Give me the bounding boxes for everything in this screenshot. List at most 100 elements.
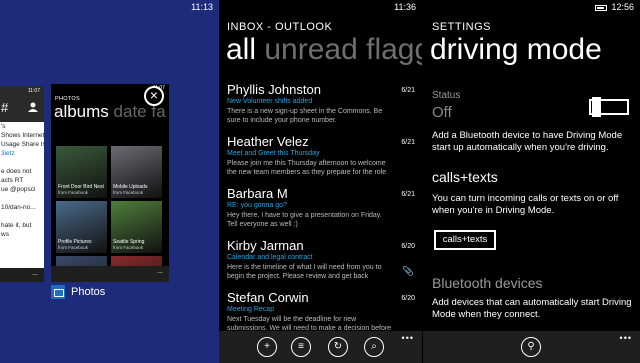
peek-text-line: e does not [1, 168, 32, 175]
pin-icon[interactable]: ⚲ [521, 337, 541, 357]
email-item[interactable]: Heather Velez Meet and Greet this Thursda… [227, 134, 417, 186]
email-date: 6/20 [401, 295, 415, 302]
email-preview: Please join me this Thursday afternoon t… [227, 160, 386, 167]
more-dots-icon[interactable]: ••• [402, 333, 414, 343]
pivot-albums[interactable]: albums [54, 102, 109, 121]
email-preview: begin the project. Please review and get… [227, 273, 369, 280]
peek-text-line: Usage Share Is [1, 141, 44, 148]
album-caption: Profile Pictures from Facebook [58, 239, 92, 251]
peek-text-line: Shows Internet [1, 132, 44, 139]
album-tile[interactable]: Mobile Uploads from Facebook [111, 146, 162, 198]
settings-appbar: ⚲ ••• [423, 331, 640, 363]
more-dots-icon[interactable]: ... [157, 268, 163, 275]
mail-appbar: + ≡ ↻ ⌕ ••• [219, 331, 422, 363]
calls-texts-button[interactable]: calls+texts [434, 230, 496, 250]
search-icon[interactable]: ⌕ [364, 337, 384, 357]
email-sender: Heather Velez [227, 134, 309, 149]
email-date: 6/21 [401, 191, 415, 198]
bluetooth-devices-heading: Bluetooth devices [432, 275, 543, 291]
album-source: from Facebook [113, 245, 144, 250]
email-sender: Kirby Jarman [227, 238, 304, 253]
album-caption: Mobile Uploads from Facebook [113, 184, 147, 196]
calls-texts-heading: calls+texts [432, 169, 498, 185]
photos-appbar: ... [51, 266, 169, 282]
peek-text-line [0, 194, 44, 203]
email-date: 6/21 [401, 87, 415, 94]
album-tile[interactable]: Profile Pictures from Facebook [56, 201, 107, 253]
app-title: SETTINGS [432, 21, 492, 33]
email-preview: There is a new sign-up sheet in the Comm… [227, 108, 383, 115]
peek-text-line: 3ietz [1, 150, 15, 157]
photos-app-label: Photos [71, 286, 106, 298]
photos-app-card[interactable]: 11:07 PHOTOS albums date fa Front Door B… [51, 84, 169, 282]
status-time: 11:36 [394, 2, 416, 12]
battery-icon [595, 4, 608, 11]
driving-mode-toggle[interactable] [589, 97, 629, 117]
photos-app-icon [51, 285, 65, 299]
previous-app-card[interactable]: 11:07 # 's Shows Internet Usage Share Is 3i… [0, 86, 44, 282]
pivot-all[interactable]: all [226, 33, 256, 66]
attachment-icon: 📎 [402, 266, 414, 276]
email-preview: Tell everyone as well :) [227, 221, 298, 228]
previous-app-appbar: ... [0, 268, 44, 282]
email-sender: Stefan Corwin [227, 290, 309, 305]
sync-icon[interactable]: ↻ [328, 337, 348, 357]
person-icon [28, 102, 38, 112]
hashtag-icon: # [1, 100, 9, 115]
app-title: INBOX - OUTLOOK [227, 21, 333, 33]
email-preview: Here is the timeline of what I will need… [227, 264, 382, 271]
email-date: 6/21 [401, 139, 415, 146]
settings-driving-mode-screen: 12:56 SETTINGS driving mode Status Off A… [423, 0, 640, 363]
email-subject: Meet and Greet this Thursday [227, 150, 320, 157]
album-caption: Front Door Bird Nest from Facebook [58, 184, 104, 196]
status-label: Status [432, 90, 461, 101]
outlook-inbox-screen: 11:36 INBOX - OUTLOOK all unread flagg P… [219, 0, 422, 363]
email-item[interactable]: Kirby Jarman Calendar and legal contract H… [227, 238, 417, 290]
email-preview: Next Tuesday will be the deadline for ne… [227, 316, 357, 323]
album-source: from Facebook [113, 190, 144, 195]
email-subject: RE: you gonna go? [227, 202, 287, 209]
album-tile[interactable]: Seattle Spring from Facebook [111, 201, 162, 253]
status-bar: 12:56 [423, 0, 640, 14]
peek-text-line: hate it, but [1, 222, 32, 229]
email-preview: sure to include your phone number. [227, 117, 337, 124]
new-mail-icon[interactable]: + [257, 337, 277, 357]
album-source: from Facebook [58, 190, 89, 195]
email-sender: Phyllis Johnston [227, 82, 321, 97]
more-dots-icon: ... [32, 270, 38, 277]
status-time: 12:56 [611, 2, 634, 12]
peek-text-line: acts RT [1, 177, 24, 184]
email-date: 6/20 [401, 243, 415, 250]
peek-text-line: 10/dan-no... [1, 204, 36, 211]
task-switcher-screen: 11:13 11:07 # 's Shows Internet Usage Shar… [0, 0, 219, 363]
email-subject: New Volunteer shifts added [227, 98, 313, 105]
album-tile[interactable]: Front Door Bird Nest from Facebook [56, 146, 107, 198]
email-item[interactable]: Barbara M RE: you gonna go? Hey there, I h… [227, 186, 417, 238]
peek-text-line: 's [1, 123, 6, 130]
peek-text-line [0, 212, 44, 221]
calls-texts-description: You can turn incoming calls or texts on … [432, 193, 619, 216]
peek-text-line [0, 158, 44, 167]
mail-pivot: all unread flagg [226, 33, 422, 67]
card-time: 11:07 [27, 88, 40, 94]
email-preview: Hey there, I have to give a presentation… [227, 212, 382, 219]
peek-text-line: ws [1, 231, 9, 238]
pivot-unread-flagged[interactable]: unread flagg [264, 33, 422, 66]
email-subject: Calendar and legal contract [227, 254, 313, 261]
bluetooth-description: Add a Bluetooth device to have Driving M… [432, 130, 623, 153]
album-caption: Seattle Spring from Facebook [113, 239, 144, 251]
peek-text-line: ue @popsci [1, 186, 36, 193]
toggle-knob [592, 97, 601, 117]
close-app-icon[interactable]: × [144, 86, 164, 106]
previous-app-text: 's Shows Internet Usage Share Is 3ietz e do… [0, 122, 44, 239]
more-dots-icon[interactable]: ••• [620, 333, 632, 343]
previous-app-header: 11:07 # [0, 86, 44, 122]
email-subject: Meeting Recap [227, 306, 275, 313]
status-time: 11:13 [191, 2, 213, 12]
email-item[interactable]: Phyllis Johnston New Volunteer shifts add… [227, 82, 417, 134]
select-list-icon[interactable]: ≡ [291, 337, 311, 357]
page-title: driving mode [430, 33, 602, 66]
status-value: Off [432, 104, 452, 121]
bluetooth-devices-description: Add devices that can automatically start… [432, 297, 632, 320]
email-sender: Barbara M [227, 186, 288, 201]
